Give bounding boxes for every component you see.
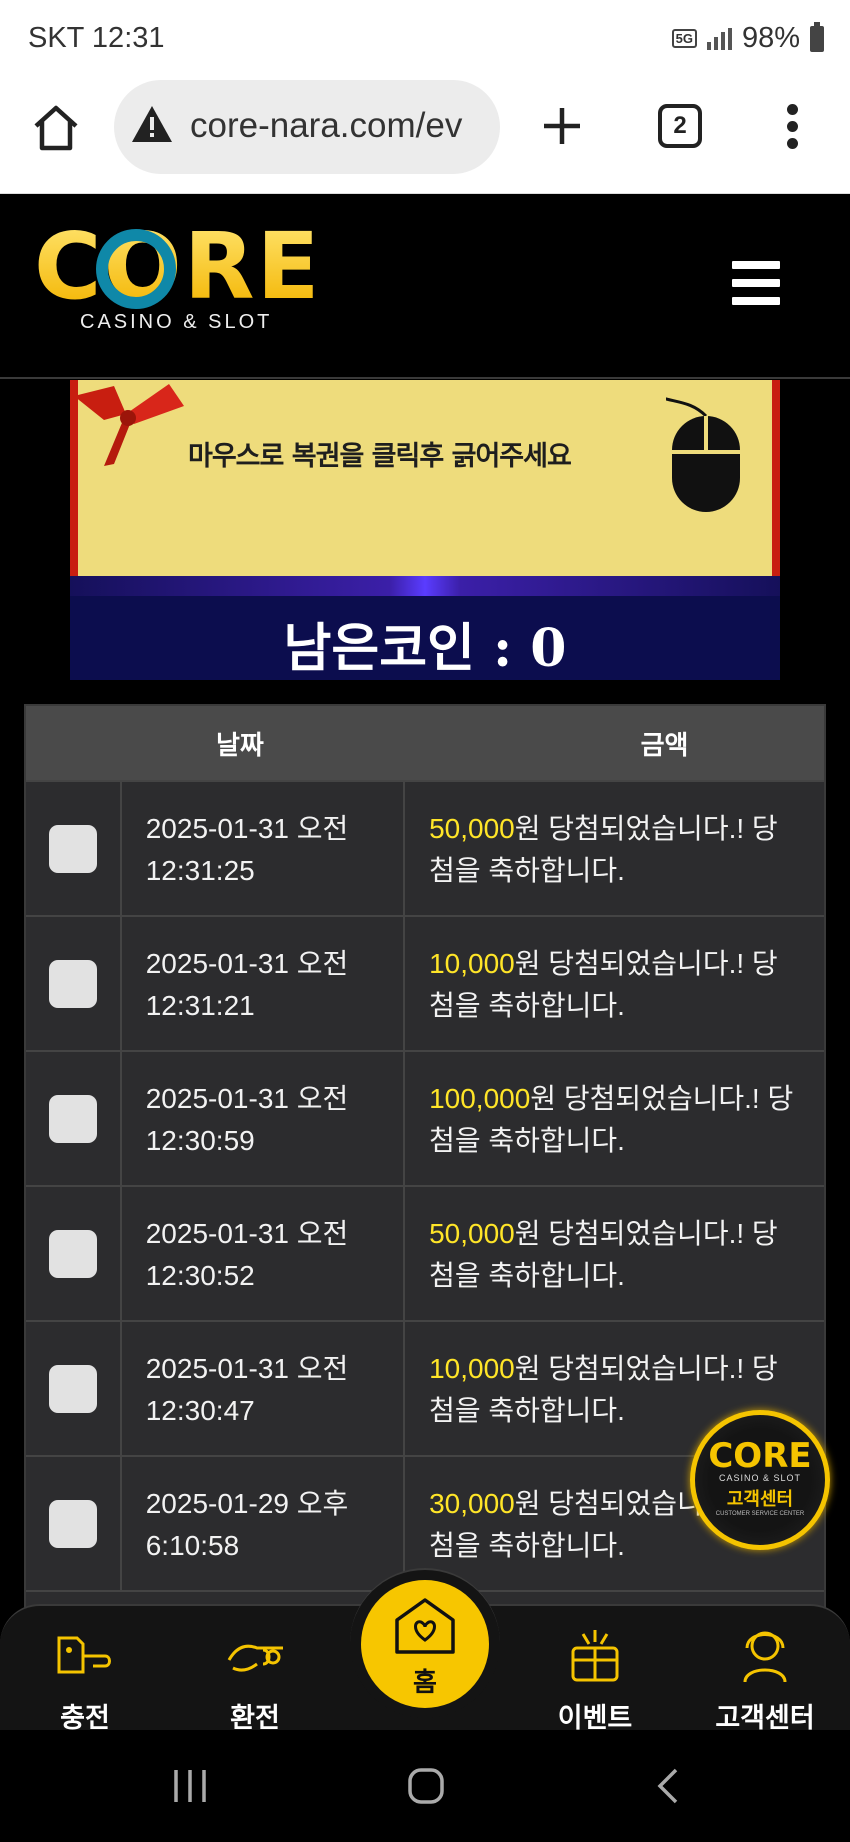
table-row: 2025-01-31 오전 12:31:21 10,000원 당첨되었습니다.! … bbox=[26, 915, 824, 1050]
gift-icon bbox=[571, 1630, 619, 1682]
mouse-icon bbox=[666, 397, 740, 512]
nav-event[interactable]: 이벤트 bbox=[530, 1624, 660, 1735]
cs-logo: CORE bbox=[708, 1436, 812, 1476]
row-checkbox[interactable] bbox=[48, 1499, 97, 1548]
row-amount: 10,000 bbox=[429, 948, 515, 979]
tab-switcher-button[interactable]: 2 bbox=[658, 104, 702, 148]
android-navigation-bar bbox=[0, 1730, 850, 1842]
deposit-icon bbox=[57, 1636, 111, 1674]
battery-percent: 98% bbox=[741, 22, 800, 54]
row-date: 2025-01-31 오전 12:31:25 bbox=[122, 782, 406, 915]
row-message: 50,000원 당첨되었습니다.! 당 첨을 축하합니다. bbox=[429, 813, 778, 886]
row-message: 50,000원 당첨되었습니다.! 당 첨을 축하합니다. bbox=[429, 1218, 778, 1291]
nav-support[interactable]: 고객센터 bbox=[700, 1624, 830, 1735]
table-header: 날짜 금액 bbox=[26, 706, 824, 780]
row-checkbox[interactable] bbox=[48, 824, 97, 873]
new-tab-icon[interactable] bbox=[538, 102, 586, 150]
logo-ring bbox=[96, 229, 176, 309]
column-header-date: 날짜 bbox=[216, 730, 264, 761]
warning-icon[interactable] bbox=[130, 104, 174, 144]
browser-toolbar: core-nara.com/ev 2 bbox=[0, 76, 850, 194]
logo-text: CORE bbox=[34, 213, 322, 320]
scratch-card[interactable]: 마우스로 복권을 클릭후 긁어주세요 bbox=[70, 380, 780, 592]
table-row: 2025-01-31 오전 12:30:59 100,000원 당첨되었습니다.!… bbox=[26, 1050, 824, 1185]
table-row: 2025-01-31 오전 12:31:25 50,000원 당첨되었습니다.! … bbox=[26, 780, 824, 915]
row-amount: 30,000 bbox=[429, 1488, 515, 1519]
logo-subtitle: CASINO & SLOT bbox=[80, 311, 273, 333]
remaining-coins: 남은코인 : 0 bbox=[283, 618, 567, 679]
signal-icon bbox=[706, 27, 732, 50]
site-header: CORE CASINO & SLOT bbox=[0, 195, 850, 379]
row-date: 2025-01-31 오전 12:30:52 bbox=[122, 1187, 406, 1320]
table-row: 2025-01-31 오전 12:30:52 50,000원 당첨되었습니다.! … bbox=[26, 1185, 824, 1320]
nav-withdraw[interactable]: 환전 bbox=[190, 1624, 320, 1735]
headset-icon bbox=[743, 1631, 787, 1683]
ribbon-icon bbox=[74, 384, 184, 466]
row-message: 10,000원 당첨되었습니다.! 당 첨을 축하합니다. bbox=[429, 948, 778, 1021]
row-date: 2025-01-29 오후 6:10:58 bbox=[122, 1457, 406, 1590]
customer-service-float-button[interactable]: CORE CASINO & SLOT 고객센터 CUSTOMER SERVICE… bbox=[690, 1410, 830, 1550]
status-indicators: 5G 98% bbox=[671, 21, 824, 55]
url-text[interactable]: core-nara.com/ev bbox=[190, 106, 462, 146]
network-5g-icon: 5G bbox=[671, 29, 697, 48]
row-checkbox[interactable] bbox=[48, 1094, 97, 1143]
remaining-coins-box: 남은코인 : 0 bbox=[70, 596, 780, 680]
nav-home[interactable]: 홈 bbox=[361, 1580, 489, 1708]
cs-en-label: CUSTOMER SERVICE CENTER bbox=[715, 1511, 805, 1517]
nav-deposit[interactable]: 충전 bbox=[20, 1624, 150, 1735]
row-date: 2025-01-31 오전 12:30:59 bbox=[122, 1052, 406, 1185]
row-amount: 50,000 bbox=[429, 1218, 515, 1249]
back-icon[interactable] bbox=[652, 1764, 682, 1808]
row-date: 2025-01-31 오전 12:30:47 bbox=[122, 1322, 406, 1455]
row-amount: 100,000 bbox=[429, 1083, 531, 1114]
status-carrier-time: SKT 12:31 bbox=[28, 22, 165, 54]
recent-apps-icon[interactable] bbox=[170, 1764, 210, 1808]
row-date: 2025-01-31 오전 12:31:21 bbox=[122, 917, 406, 1050]
row-message: 100,000원 당첨되었습니다.! 당 첨을 축하합니다. bbox=[429, 1083, 794, 1156]
row-checkbox[interactable] bbox=[48, 1364, 97, 1413]
scratch-instruction: 마우스로 복권을 클릭후 긁어주세요 bbox=[188, 441, 572, 472]
cs-label: 고객센터 bbox=[726, 1489, 794, 1510]
banner-glow bbox=[70, 576, 780, 598]
more-menu-icon[interactable] bbox=[780, 102, 806, 150]
address-bar[interactable]: core-nara.com/ev bbox=[114, 80, 500, 174]
row-amount: 10,000 bbox=[429, 1353, 515, 1384]
table-row: 2025-01-31 오전 12:30:47 10,000원 당첨되었습니다.! … bbox=[26, 1320, 824, 1455]
hamburger-menu-icon[interactable] bbox=[732, 261, 780, 305]
home-heart-icon bbox=[395, 1598, 455, 1654]
column-header-amount: 금액 bbox=[640, 730, 689, 761]
row-amount: 50,000 bbox=[429, 813, 515, 844]
row-checkbox[interactable] bbox=[48, 959, 97, 1008]
site-logo[interactable]: CORE CASINO & SLOT bbox=[34, 221, 324, 341]
battery-icon bbox=[810, 21, 824, 52]
withdraw-icon bbox=[227, 1644, 283, 1672]
row-checkbox[interactable] bbox=[48, 1229, 97, 1278]
android-home-icon[interactable] bbox=[406, 1764, 446, 1808]
home-icon[interactable] bbox=[30, 102, 82, 154]
status-bar: SKT 12:31 5G 98% bbox=[0, 0, 850, 76]
